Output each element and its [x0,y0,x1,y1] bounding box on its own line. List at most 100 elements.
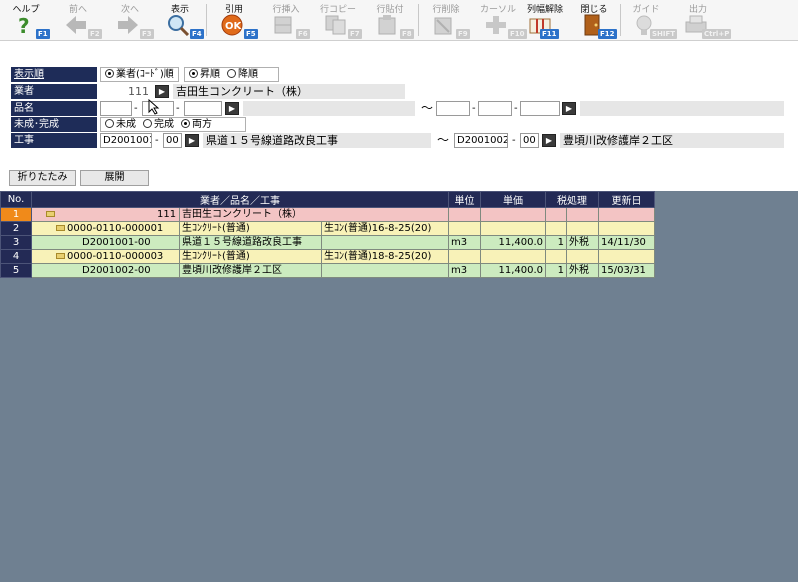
vendor-code-field[interactable]: 111 [100,84,152,99]
project-from-lookup-button[interactable]: ▶ [185,134,199,147]
row-insert-button[interactable]: 行挿入 F6 [264,0,314,40]
row-updated [598,221,655,236]
col-header-unit[interactable]: 単位 [448,191,481,208]
row-paste-button[interactable]: 行貼付 F8 [368,0,418,40]
project-to-lookup-button[interactable]: ▶ [542,134,556,147]
row-spec [321,235,449,250]
expand-button[interactable]: 展開 [80,170,149,186]
col-header-tax[interactable]: 税処理 [545,191,599,208]
row-unit [448,221,481,236]
project-to-branch-field[interactable]: 00 [520,133,539,148]
table-row[interactable]: 2 0000-0110-000001 生ｺﾝｸﾘｰﾄ(普通) 生ｺﾝ(普通)16… [0,221,655,236]
guide-button[interactable]: ガイド SHIFT [624,0,678,40]
row-delete-button[interactable]: 行削除 F9 [424,0,474,40]
item-to-part1-field[interactable] [436,101,470,116]
help-button[interactable]: ヘルプ ? F1 [4,0,54,40]
item-label: 品名 [11,101,97,116]
arrow-right-icon [118,16,138,34]
col-header-no[interactable]: No. [0,191,32,208]
row-copy-button[interactable]: 行コピー F7 [316,0,366,40]
col-header-updated[interactable]: 更新日 [598,191,655,208]
row-updated [598,249,655,264]
row-code: D2001002-00 [31,263,180,278]
status-both-label: 両方 [192,119,212,130]
row-price [480,207,546,222]
close-key: F12 [598,29,617,39]
project-from-branch-field[interactable]: 00 [163,133,182,148]
project-to-name-display: 豊頃川改修護岸２工区 [560,133,784,148]
col-header-main[interactable]: 業者／品名／工事 [31,191,449,208]
data-grid: No. 業者／品名／工事 単位 単価 税処理 更新日 1 111 吉田生コンクリ… [0,191,655,278]
col-unlock-button[interactable]: 列幅解除 F11 [520,0,570,40]
radio-icon [143,119,152,128]
row-copy-key: F7 [348,29,362,39]
folder-open-icon[interactable] [56,224,65,231]
mouse-cursor-icon [148,99,160,115]
row-name: 豊頃川改修護岸２工区 [179,263,322,278]
status-incomplete-radio[interactable]: 未成 [105,118,136,131]
table-row[interactable]: 5 D2001002-00 豊頃川改修護岸２工区 m3 11,400.0 1 外… [0,263,655,278]
row-number: 2 [0,221,32,236]
project-to-code-field[interactable]: D2001002 [454,133,508,148]
range-separator: ～ [421,101,434,115]
row-tax [566,221,599,236]
status-label: 未成･完成 [11,117,97,132]
row-name: 吉田生コンクリート（株） [179,207,449,222]
dash: - [512,135,516,146]
row-spec: 生ｺﾝ(普通)16-8-25(20) [321,221,449,236]
display-key: F4 [190,29,204,39]
cursor-button[interactable]: カーソル F10 [476,0,527,40]
row-unit [448,207,481,222]
col-header-price[interactable]: 単価 [480,191,546,208]
ascending-radio[interactable]: 昇順 [189,68,220,81]
row-tax-code [545,207,567,222]
table-row[interactable]: 4 0000-0110-000003 生ｺﾝｸﾘｰﾄ(普通) 生ｺﾝ(普通)18… [0,249,655,264]
dash: - [134,103,138,114]
ascending-label: 昇順 [200,69,220,80]
row-code: 0000-0110-000001 [67,222,164,234]
next-button[interactable]: 次へ F3 [108,0,158,40]
row-tax-code: 1 [545,263,567,278]
toolbar: ヘルプ ? F1 前へ F2 次へ F3 表示 F4 引用 OK F5 行挿入 … [0,0,798,41]
dash: - [176,103,180,114]
prev-button[interactable]: 前へ F2 [56,0,106,40]
item-from-part3-field[interactable] [184,101,222,116]
display-button[interactable]: 表示 F4 [158,0,208,40]
project-label: 工事 [11,133,97,148]
quote-button[interactable]: 引用 OK F5 [212,0,262,40]
row-number: 5 [0,263,32,278]
status-complete-radio[interactable]: 完成 [143,118,174,131]
svg-text:?: ? [18,14,30,36]
table-row[interactable]: 3 D2001001-00 県道１５号線道路改良工事 m3 11,400.0 1… [0,235,655,250]
row-name: 生ｺﾝｸﾘｰﾄ(普通) [179,221,322,236]
row-tax: 外税 [566,235,599,250]
vendor-name-display: 吉田生コンクリート（株） [173,84,405,99]
folder-open-icon[interactable] [56,252,65,259]
close-button[interactable]: 閉じる F12 [572,0,622,40]
item-from-part1-field[interactable] [100,101,132,116]
order-by-vendor-radio[interactable]: 業者(ｺｰﾄﾞ)順 [105,68,174,81]
collapse-button[interactable]: 折りたたみ [9,170,76,186]
status-both-radio[interactable]: 両方 [181,118,212,131]
row-updated: 14/11/30 [598,235,655,250]
row-code: 111 [157,208,177,220]
row-paste-key: F8 [400,29,414,39]
row-code: D2001001-00 [31,235,180,250]
dash: - [155,135,159,146]
item-to-lookup-button[interactable]: ▶ [562,102,576,115]
vendor-lookup-button[interactable]: ▶ [155,85,169,98]
item-to-part2-field[interactable] [478,101,512,116]
range-separator: ～ [437,133,450,147]
help-key: F1 [36,29,50,39]
row-spec: 生ｺﾝ(普通)18-8-25(20) [321,249,449,264]
status-complete-label: 完成 [154,119,174,130]
item-to-part3-field[interactable] [520,101,560,116]
project-from-code-field[interactable]: D2001001 [100,133,152,148]
item-to-name-display [580,101,784,116]
item-from-lookup-button[interactable]: ▶ [225,102,239,115]
descending-radio[interactable]: 降順 [227,68,258,81]
output-button[interactable]: 出力 Ctrl+P [676,0,732,40]
order-label[interactable]: 表示順 [11,67,97,82]
table-row[interactable]: 1 111 吉田生コンクリート（株） [0,207,655,222]
folder-open-icon[interactable] [46,210,55,217]
